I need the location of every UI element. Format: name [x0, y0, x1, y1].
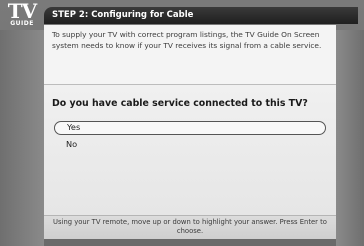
- setup-panel: To supply your TV with correct program l…: [44, 25, 336, 239]
- option-yes[interactable]: Yes: [54, 121, 326, 135]
- tv-screen: TV GUIDE STEP 2: Configuring for Cable T…: [0, 0, 364, 246]
- right-side-frame: [336, 30, 364, 246]
- question-area: Do you have cable service connected to t…: [44, 85, 336, 215]
- question-text: Do you have cable service connected to t…: [52, 98, 308, 109]
- instructions-footer: Using your TV remote, move up or down to…: [44, 215, 336, 239]
- answer-options: Yes No: [54, 121, 326, 153]
- tv-guide-logo: TV GUIDE: [6, 0, 38, 30]
- logo-tv-text: TV: [7, 0, 37, 23]
- intro-text: To supply your TV with correct program l…: [44, 25, 336, 85]
- logo-guide-text: GUIDE: [10, 20, 34, 27]
- option-no[interactable]: No: [54, 137, 326, 151]
- left-side-frame: [0, 30, 44, 246]
- step-title: STEP 2: Configuring for Cable: [52, 10, 194, 20]
- step-title-bar: STEP 2: Configuring for Cable: [44, 7, 358, 24]
